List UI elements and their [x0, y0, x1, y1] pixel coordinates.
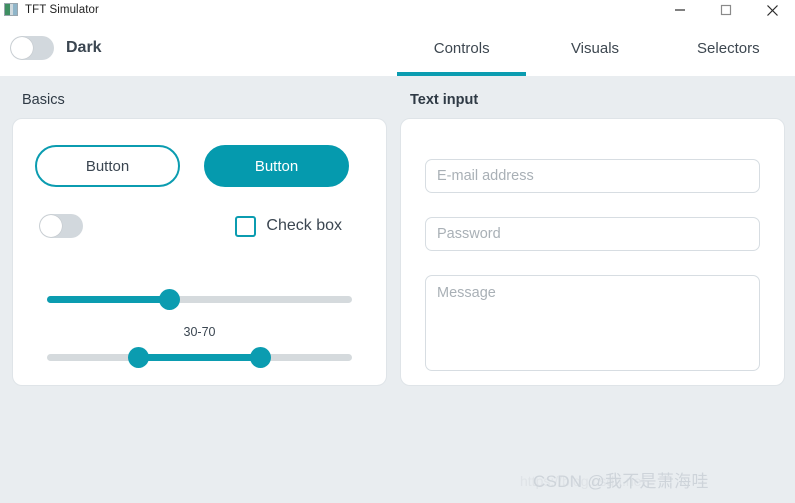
window-controls: [657, 0, 795, 20]
text-input-card: [400, 118, 785, 386]
watermark-main-text: CSDN @我不是萧海哇: [533, 472, 709, 491]
app-header: Dark Controls Visuals Selectors: [0, 20, 795, 76]
filled-button-label: Button: [254, 157, 299, 175]
dark-mode-switch[interactable]: [10, 36, 54, 60]
basics-card: Button Button Check box 30-70: [12, 118, 387, 386]
filled-button[interactable]: Button: [204, 145, 349, 187]
email-field[interactable]: [425, 159, 760, 193]
range-slider-value-label: 30-70: [183, 325, 216, 339]
buttons-row: Button Button: [35, 145, 364, 187]
slider-fill: [47, 296, 169, 303]
tab-bar: Controls Visuals Selectors: [395, 20, 795, 76]
message-textarea[interactable]: [425, 275, 760, 371]
dark-mode-label: Dark: [66, 39, 102, 56]
range-thumb-high[interactable]: [250, 347, 271, 368]
maximize-icon[interactable]: [703, 0, 749, 20]
content-area: Basics Button Button Check box 30-70 Tex…: [0, 76, 795, 503]
slider-thumb[interactable]: [158, 289, 180, 310]
dark-mode-toggle[interactable]: Dark: [10, 36, 102, 60]
check-box[interactable]: Check box: [235, 215, 342, 237]
password-field[interactable]: [425, 217, 760, 251]
basics-section: Basics Button Button Check box 30-70: [12, 92, 387, 386]
single-slider[interactable]: [47, 287, 352, 311]
app-image-icon: [4, 3, 18, 16]
check-box-square-icon[interactable]: [235, 215, 257, 237]
tab-selectors[interactable]: Selectors: [662, 20, 795, 76]
range-fill: [138, 354, 261, 361]
outline-button-label: Button: [85, 157, 130, 175]
basics-switch[interactable]: [39, 214, 83, 238]
check-box-label: Check box: [266, 217, 342, 234]
window-title: TFT Simulator: [25, 3, 99, 16]
tab-controls[interactable]: Controls: [395, 20, 528, 76]
app-window: TFT Simulator Dark Controls Visuals Sele…: [0, 0, 795, 503]
text-input-section-title: Text input: [410, 92, 479, 108]
switch-knob: [11, 37, 33, 59]
text-input-section: Text input: [400, 92, 785, 386]
tab-visuals[interactable]: Visuals: [528, 20, 661, 76]
outline-button[interactable]: Button: [35, 145, 180, 187]
tab-visuals-label: Visuals: [570, 39, 620, 57]
title-bar: TFT Simulator: [0, 0, 795, 20]
toggle-checkbox-row: Check box: [35, 211, 364, 241]
range-slider[interactable]: [47, 345, 352, 369]
close-icon[interactable]: [749, 0, 795, 20]
watermark-url-text: https://blog.csdn.net: [520, 473, 646, 489]
basics-section-title: Basics: [22, 92, 65, 108]
tab-selectors-label: Selectors: [697, 39, 760, 57]
switch-knob: [40, 215, 62, 237]
tab-controls-label: Controls: [433, 39, 490, 57]
watermark: https://blog.csdn.net CSDN @我不是萧海哇: [0, 463, 795, 497]
minimize-icon[interactable]: [657, 0, 703, 20]
range-thumb-low[interactable]: [128, 347, 149, 368]
